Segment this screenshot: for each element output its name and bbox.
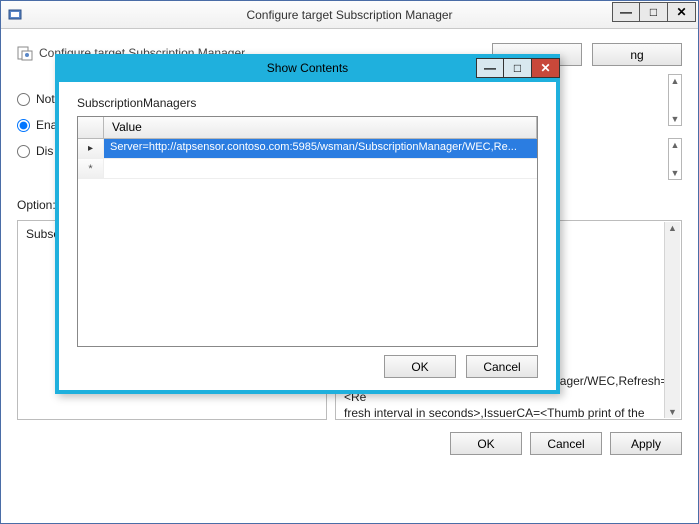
parent-minimize-button[interactable]: — xyxy=(612,2,640,22)
policy-icon xyxy=(17,45,33,61)
modal-close-button[interactable]: ✕ xyxy=(532,58,560,78)
grid-cell-value-new[interactable] xyxy=(104,159,537,179)
grid-label: SubscriptionManagers xyxy=(77,96,538,110)
parent-close-button[interactable]: ✕ xyxy=(668,2,696,22)
comment-scrollbar[interactable]: ▲▼ xyxy=(668,74,682,126)
grid-rowheader-blank xyxy=(78,117,104,138)
parent-window-controls: — □ ✕ xyxy=(612,2,696,22)
radio-not-configured-input[interactable] xyxy=(17,93,30,106)
show-contents-titlebar: Show Contents — □ ✕ xyxy=(55,54,560,82)
help-scrollbar[interactable]: ▲▼ xyxy=(664,222,680,418)
values-grid[interactable]: Value Server=http://atpsensor.contoso.co… xyxy=(77,116,538,347)
parent-ok-button[interactable]: OK xyxy=(450,432,522,455)
radio-not-configured-label: Not xyxy=(36,92,55,106)
parent-apply-button[interactable]: Apply xyxy=(610,432,682,455)
parent-cancel-button[interactable]: Cancel xyxy=(530,432,602,455)
grid-row-new[interactable]: * xyxy=(78,159,537,179)
radio-disabled-label: Dis xyxy=(36,144,53,158)
modal-minimize-button[interactable]: — xyxy=(476,58,504,78)
parent-maximize-button[interactable]: □ xyxy=(640,2,668,22)
modal-button-row: OK Cancel xyxy=(77,347,538,382)
top-button-2[interactable]: ng xyxy=(592,43,682,66)
grid-row[interactable]: Server=http://atpsensor.contoso.com:5985… xyxy=(78,139,537,159)
show-contents-window-controls: — □ ✕ xyxy=(476,58,560,78)
parent-titlebar: Configure target Subscription Manager — … xyxy=(1,1,698,29)
modal-cancel-button[interactable]: Cancel xyxy=(466,355,538,378)
grid-cell-value[interactable]: Server=http://atpsensor.contoso.com:5985… xyxy=(104,139,537,159)
radio-disabled-input[interactable] xyxy=(17,145,30,158)
radio-enabled-input[interactable] xyxy=(17,119,30,132)
supported-scrollbar[interactable]: ▲▼ xyxy=(668,138,682,180)
grid-column-value[interactable]: Value xyxy=(104,117,537,138)
grid-row-indicator-icon xyxy=(78,139,104,159)
modal-maximize-button[interactable]: □ xyxy=(504,58,532,78)
parent-button-row: OK Cancel Apply xyxy=(17,432,682,455)
modal-ok-button[interactable]: OK xyxy=(384,355,456,378)
app-icon xyxy=(7,7,23,23)
show-contents-dialog: Show Contents — □ ✕ SubscriptionManagers… xyxy=(55,54,560,394)
show-contents-body: SubscriptionManagers Value Server=http:/… xyxy=(59,82,556,390)
parent-window-title: Configure target Subscription Manager xyxy=(1,8,698,22)
grid-newrow-indicator-icon: * xyxy=(78,159,104,179)
grid-header: Value xyxy=(78,117,537,139)
